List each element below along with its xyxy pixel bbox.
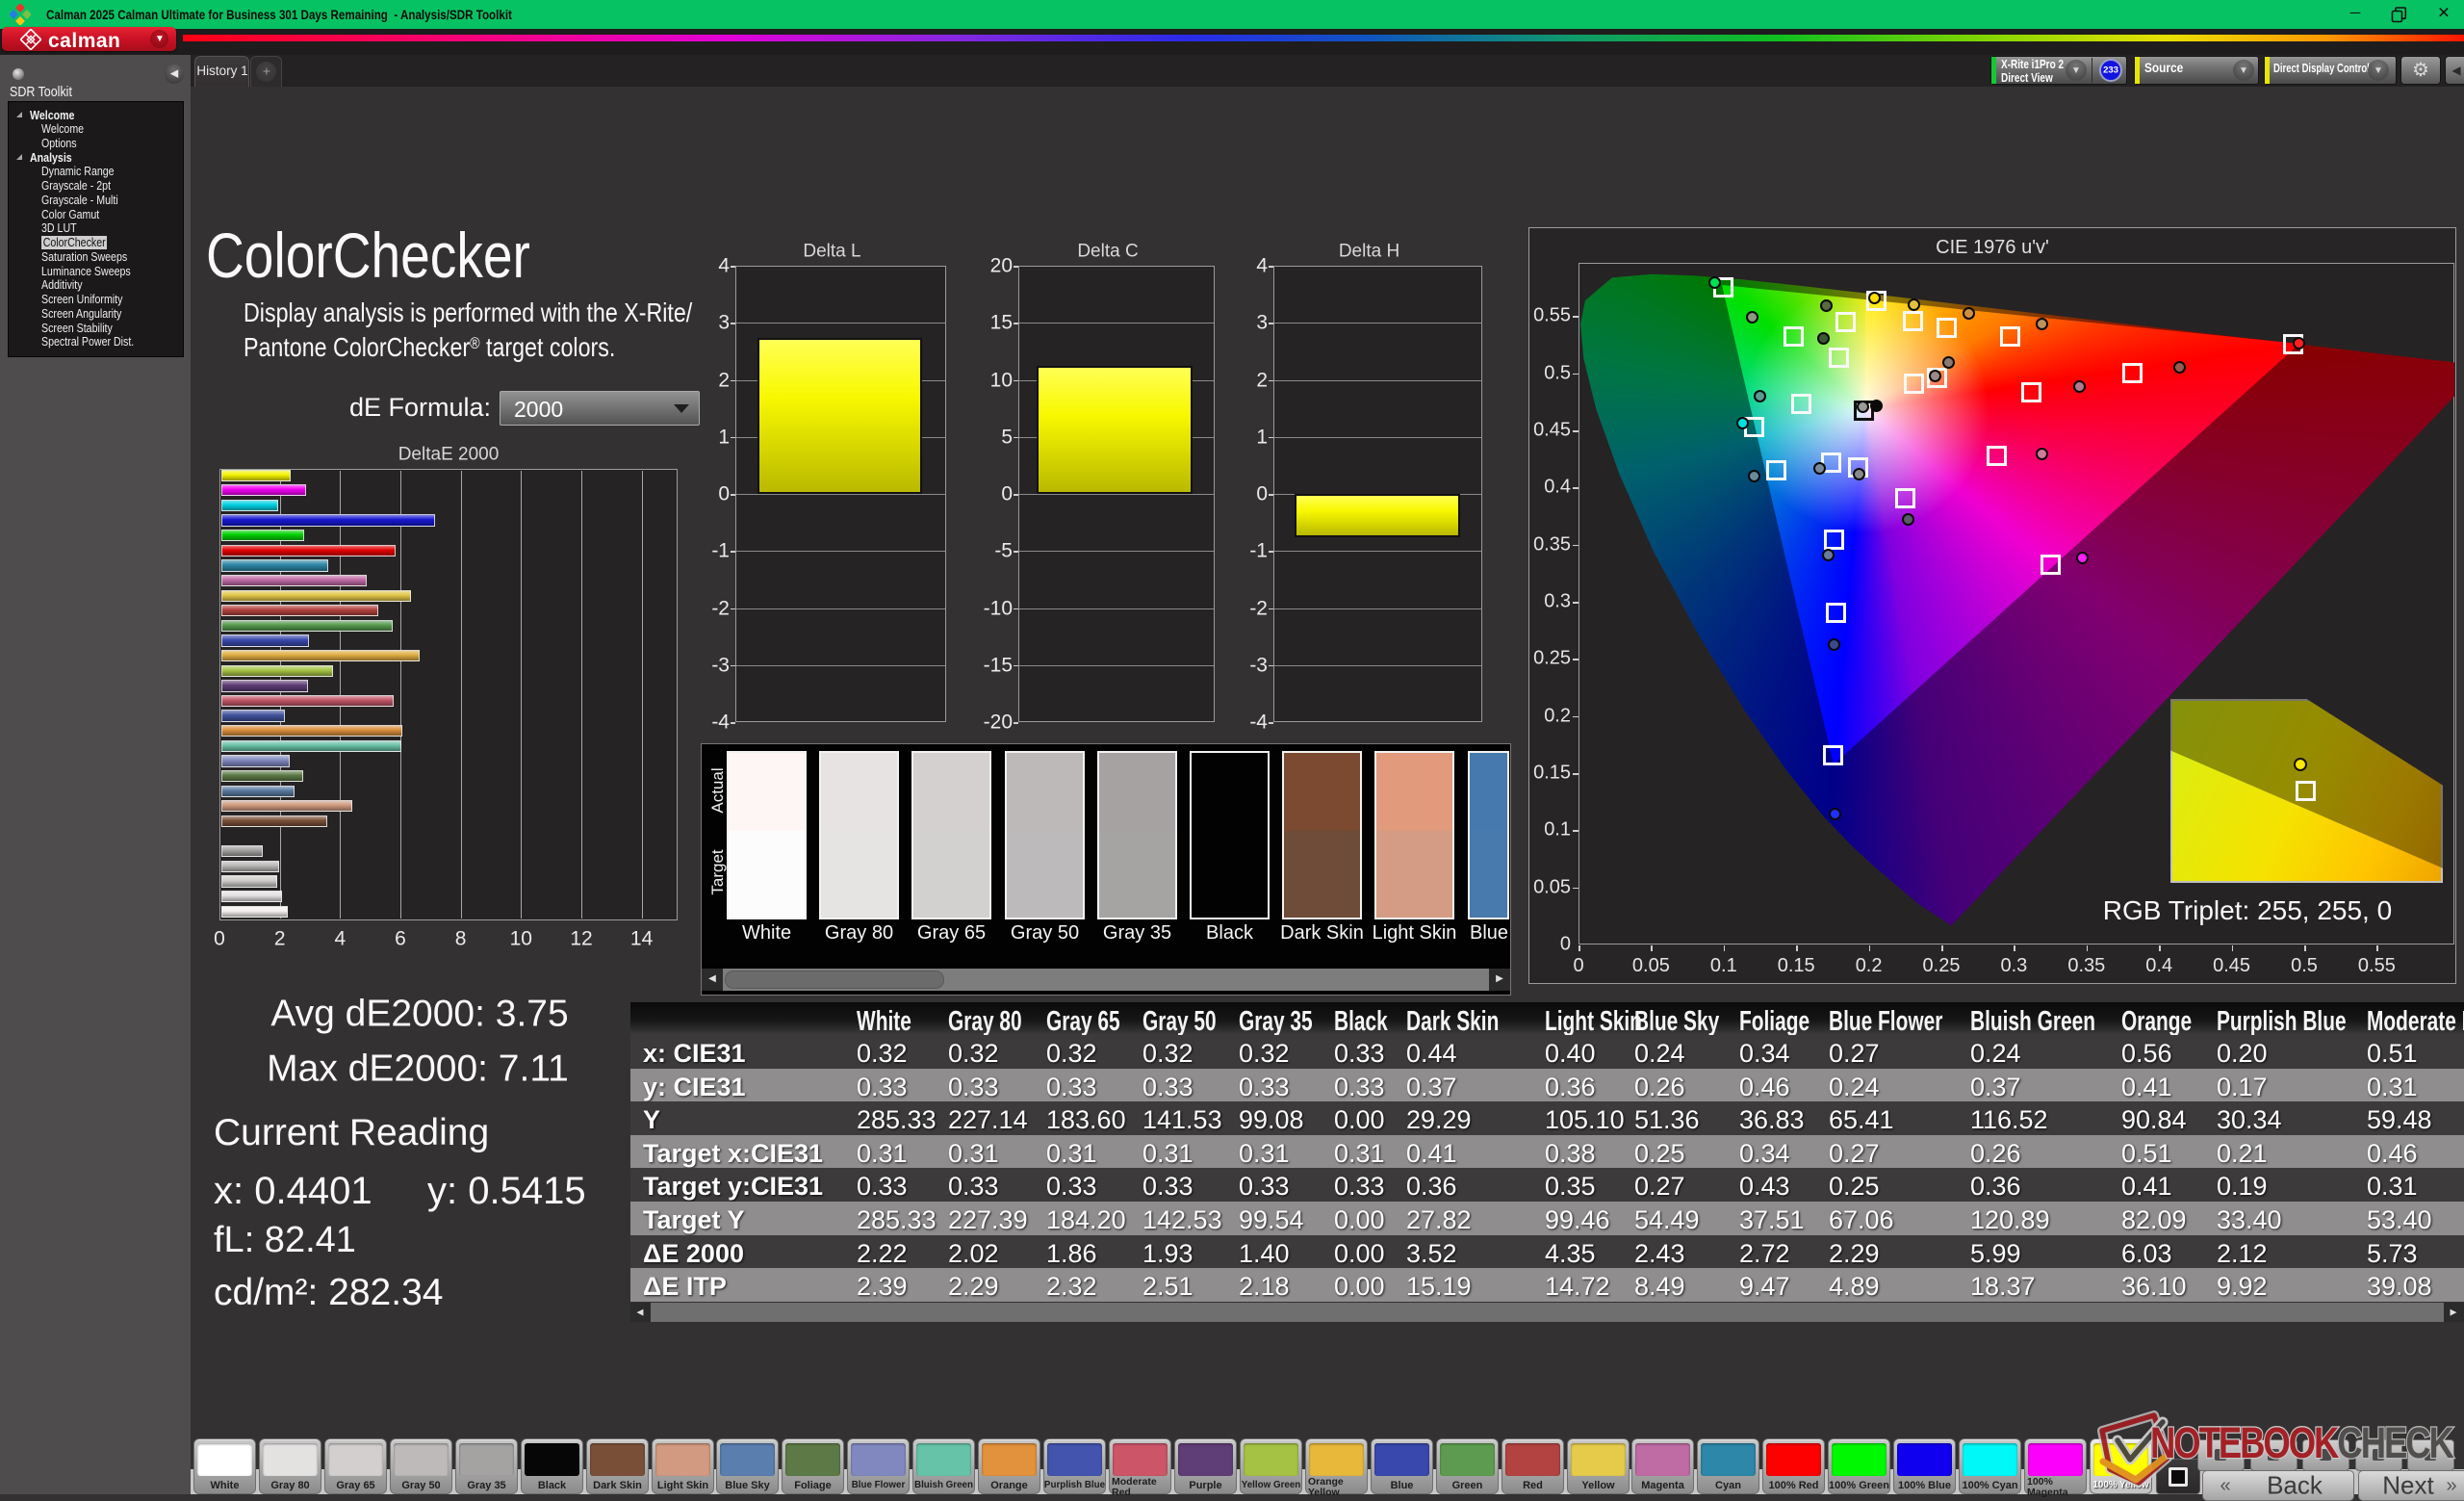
svg-text:CHECK: CHECK: [2337, 1422, 2454, 1466]
svg-text:NOTEBOOK: NOTEBOOK: [2150, 1422, 2340, 1466]
